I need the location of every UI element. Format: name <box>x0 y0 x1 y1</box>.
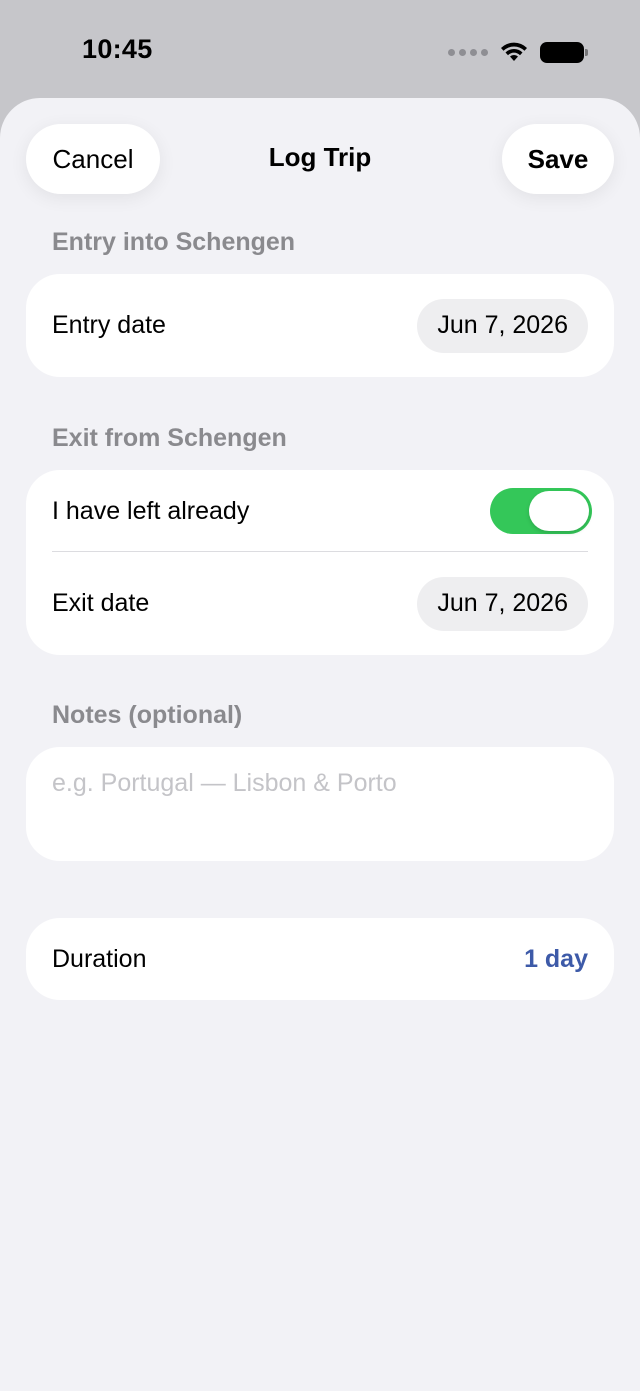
status-icons <box>448 40 588 64</box>
exit-date-label: Exit date <box>52 589 150 617</box>
left-already-row: I have left already <box>26 470 614 552</box>
duration-value: 1 day <box>524 944 588 973</box>
exit-date-picker[interactable]: Jun 7, 2026 <box>417 576 588 631</box>
log-trip-sheet: Cancel Log Trip Save Entry into Schengen… <box>0 98 640 1391</box>
entry-date-picker[interactable]: Jun 7, 2026 <box>417 298 588 353</box>
status-bar: 10:45 <box>0 0 640 100</box>
save-button[interactable]: Save <box>502 124 614 194</box>
wifi-icon <box>501 42 527 61</box>
exit-section-header: Exit from Schengen <box>52 424 287 452</box>
notes-card <box>26 747 614 861</box>
toggle-knob <box>529 491 589 531</box>
battery-icon <box>540 41 588 63</box>
entry-date-label: Entry date <box>52 311 166 339</box>
entry-card: Entry date Jun 7, 2026 <box>26 274 614 377</box>
signal-dots-icon <box>448 48 488 56</box>
entry-date-row: Entry date Jun 7, 2026 <box>26 274 614 377</box>
status-time: 10:45 <box>82 34 153 64</box>
duration-card: Duration 1 day <box>26 918 614 1000</box>
left-already-label: I have left already <box>52 496 250 525</box>
duration-row: Duration 1 day <box>26 918 614 1000</box>
exit-card: I have left already Exit date Jun 7, 202… <box>26 470 614 655</box>
notes-input[interactable] <box>52 769 588 829</box>
exit-date-row: Exit date Jun 7, 2026 <box>26 552 614 655</box>
duration-label: Duration <box>52 944 147 973</box>
left-already-toggle[interactable] <box>490 488 592 534</box>
entry-section-header: Entry into Schengen <box>52 228 296 256</box>
notes-section-header: Notes (optional) <box>52 701 243 729</box>
